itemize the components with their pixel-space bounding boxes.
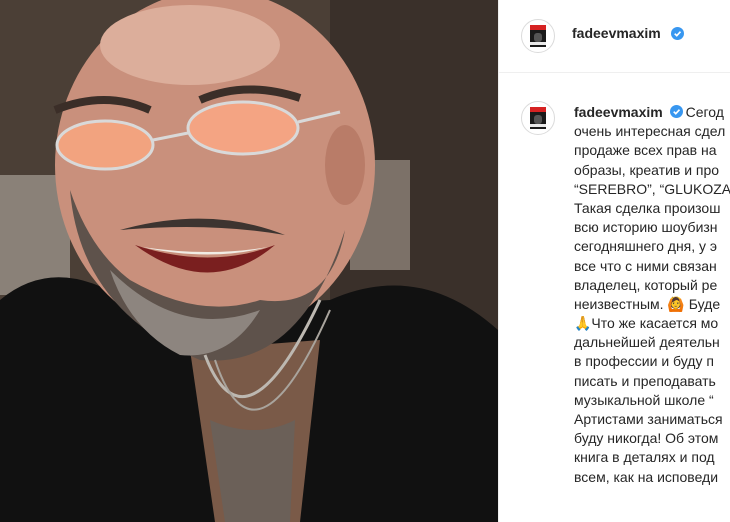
caption-line-first: fadeevmaxim Сегод (574, 103, 730, 122)
caption-line: образы, креатив и про (574, 161, 720, 178)
caption-username[interactable]: fadeevmaxim (574, 104, 663, 120)
post-caption: fadeevmaxim Сегод очень интересная сдел … (574, 103, 730, 487)
album-cover-avatar-icon (530, 25, 546, 47)
post-side-panel: fadeevmaxim fadeevmaxim Сегод очень инте… (498, 0, 730, 522)
caption-line: буду никогда! Об этом (574, 430, 719, 447)
post-header: fadeevmaxim (499, 0, 730, 73)
caption-line: 🙏Что же касается мо (574, 315, 719, 332)
header-username[interactable]: fadeevmaxim (572, 25, 661, 41)
caption-line: “SEREBRO”, “GLUKOZA (574, 180, 730, 197)
verified-icon (669, 105, 683, 118)
caption-line: сегодняшнего дня, у э (574, 238, 718, 255)
post-photo (0, 0, 498, 522)
avatar[interactable] (521, 19, 555, 53)
caption-line: Такая сделка произош (574, 199, 721, 216)
caption-line: писать и преподавать (574, 372, 716, 389)
caption-line: книга в деталях и под (574, 449, 715, 466)
caption-line: очень интересная сдел (574, 123, 726, 140)
caption-line: дальнейшей деятельн (574, 334, 720, 351)
caption-line: Артистами заниматься (574, 411, 723, 427)
caption-line: всем, как на исповеди (574, 468, 719, 485)
caption-line: в профессии и буду п (574, 353, 714, 370)
man-selfie-illustration (0, 0, 498, 522)
caption-line: музыкальной школе “ (574, 391, 714, 408)
caption-line: неизвестным. 🙆 Буде (574, 295, 721, 312)
caption-line-text: Сегод (685, 104, 724, 120)
caption-line: все что с ними связан (574, 257, 717, 274)
verified-icon (671, 27, 684, 40)
caption-avatar[interactable] (521, 101, 555, 135)
caption-line: продаже всех прав на (574, 142, 717, 159)
caption-line: всю историю шоубизн (574, 219, 718, 236)
caption-line: владелец, который ре (574, 276, 718, 293)
album-cover-avatar-icon (530, 107, 546, 129)
